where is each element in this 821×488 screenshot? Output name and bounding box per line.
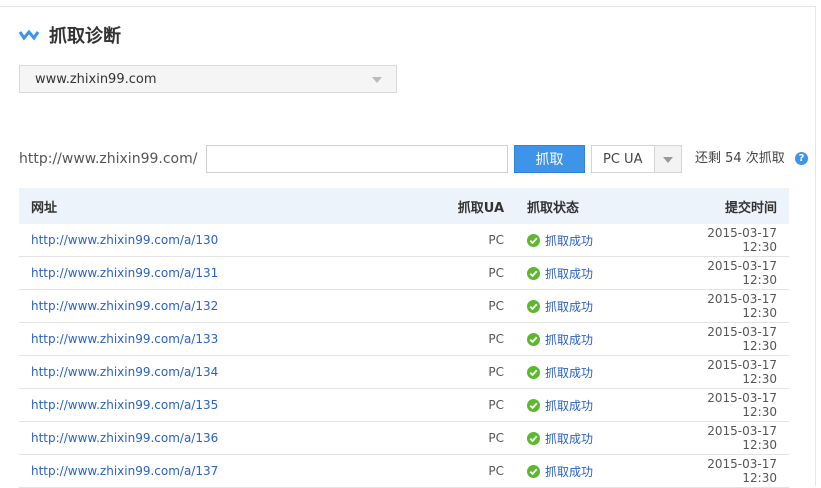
row-url-link[interactable]: http://www.zhixin99.com/a/133 xyxy=(19,332,429,346)
row-status-label: 抓取成功 xyxy=(545,299,594,314)
check-circle-icon xyxy=(527,398,540,412)
fetch-history-table: 网址 抓取UA 抓取状态 提交时间 http://www.zhixin99.co… xyxy=(19,188,789,488)
table-row: http://www.zhixin99.com/a/135 PC 抓取成功 2015-… xyxy=(19,389,789,422)
page-title: 抓取诊断 xyxy=(49,26,121,47)
remaining-count: 还剩 54 次抓取 xyxy=(695,151,785,166)
table-row: http://www.zhixin99.com/a/134 PC 抓取成功 2015-… xyxy=(19,356,789,389)
row-time: 2015-03-17 12:30 xyxy=(707,424,777,452)
row-url-link[interactable]: http://www.zhixin99.com/a/137 xyxy=(19,464,429,478)
zigzag-icon xyxy=(19,29,39,41)
row-status[interactable]: 抓取成功 xyxy=(504,430,669,447)
row-status[interactable]: 抓取成功 xyxy=(504,298,669,315)
table-header: 网址 抓取UA 抓取状态 提交时间 xyxy=(19,188,789,224)
row-status-label: 抓取成功 xyxy=(545,464,594,479)
row-ua: PC xyxy=(488,464,504,478)
row-url-link[interactable]: http://www.zhixin99.com/a/136 xyxy=(19,431,429,445)
header-url: 网址 xyxy=(31,200,58,216)
row-time: 2015-03-17 12:30 xyxy=(707,391,777,419)
chevron-down-icon xyxy=(372,77,382,83)
help-icon[interactable]: ? xyxy=(795,152,808,165)
header-ua: 抓取UA xyxy=(457,200,504,216)
table-row: http://www.zhixin99.com/a/133 PC 抓取成功 2015-… xyxy=(19,323,789,356)
row-status-label: 抓取成功 xyxy=(545,398,594,413)
row-ua: PC xyxy=(488,266,504,280)
site-select-value: www.zhixin99.com xyxy=(35,71,157,87)
row-ua: PC xyxy=(488,365,504,379)
row-status[interactable]: 抓取成功 xyxy=(504,364,669,381)
check-circle-icon xyxy=(527,299,540,313)
row-ua: PC xyxy=(488,233,504,247)
row-time: 2015-03-17 12:30 xyxy=(707,226,777,254)
table-row: http://www.zhixin99.com/a/132 PC 抓取成功 2015-… xyxy=(19,290,789,323)
row-ua: PC xyxy=(488,398,504,412)
row-time: 2015-03-17 12:30 xyxy=(707,325,777,353)
fetch-button[interactable]: 抓取 xyxy=(514,145,585,173)
table-row: http://www.zhixin99.com/a/130 PC 抓取成功 2015-… xyxy=(19,224,789,257)
row-status[interactable]: 抓取成功 xyxy=(504,265,669,282)
check-circle-icon xyxy=(527,266,540,280)
row-time: 2015-03-17 12:30 xyxy=(707,292,777,320)
table-row: http://www.zhixin99.com/a/137 PC 抓取成功 2015-… xyxy=(19,455,789,488)
row-time: 2015-03-17 12:30 xyxy=(707,259,777,287)
table-row: http://www.zhixin99.com/a/131 PC 抓取成功 2015-… xyxy=(19,257,789,290)
header-status: 抓取状态 xyxy=(527,200,580,216)
table-body: http://www.zhixin99.com/a/130 PC 抓取成功 2015-… xyxy=(19,224,789,488)
row-ua: PC xyxy=(488,299,504,313)
row-status-label: 抓取成功 xyxy=(545,266,594,281)
header-time: 提交时间 xyxy=(724,200,777,216)
row-url-link[interactable]: http://www.zhixin99.com/a/131 xyxy=(19,266,429,280)
check-circle-icon xyxy=(527,233,540,247)
site-select[interactable]: www.zhixin99.com xyxy=(19,65,397,93)
table-row: http://www.zhixin99.com/a/136 PC 抓取成功 2015-… xyxy=(19,422,789,455)
check-circle-icon xyxy=(527,332,540,346)
row-status[interactable]: 抓取成功 xyxy=(504,232,669,249)
row-url-link[interactable]: http://www.zhixin99.com/a/130 xyxy=(19,233,429,247)
row-status-label: 抓取成功 xyxy=(545,233,594,248)
title-row: 抓取诊断 xyxy=(19,24,121,47)
row-time: 2015-03-17 12:30 xyxy=(707,358,777,386)
row-url-link[interactable]: http://www.zhixin99.com/a/132 xyxy=(19,299,429,313)
row-url-link[interactable]: http://www.zhixin99.com/a/135 xyxy=(19,398,429,412)
check-circle-icon xyxy=(527,431,540,445)
url-path-input[interactable] xyxy=(206,145,508,173)
row-status[interactable]: 抓取成功 xyxy=(504,397,669,414)
url-prefix: http://www.zhixin99.com/ xyxy=(19,151,198,167)
ua-select-value: PC UA xyxy=(603,151,643,167)
check-circle-icon xyxy=(527,464,540,478)
row-status[interactable]: 抓取成功 xyxy=(504,331,669,348)
row-status-label: 抓取成功 xyxy=(545,365,594,380)
ua-select[interactable]: PC UA xyxy=(591,145,682,173)
row-status-label: 抓取成功 xyxy=(545,332,594,347)
row-ua: PC xyxy=(488,332,504,346)
row-url-link[interactable]: http://www.zhixin99.com/a/134 xyxy=(19,365,429,379)
check-circle-icon xyxy=(527,365,540,379)
row-time: 2015-03-17 12:30 xyxy=(707,457,777,485)
row-ua: PC xyxy=(488,431,504,445)
row-status-label: 抓取成功 xyxy=(545,431,594,446)
chevron-down-icon[interactable] xyxy=(654,146,681,172)
row-status[interactable]: 抓取成功 xyxy=(504,463,669,480)
